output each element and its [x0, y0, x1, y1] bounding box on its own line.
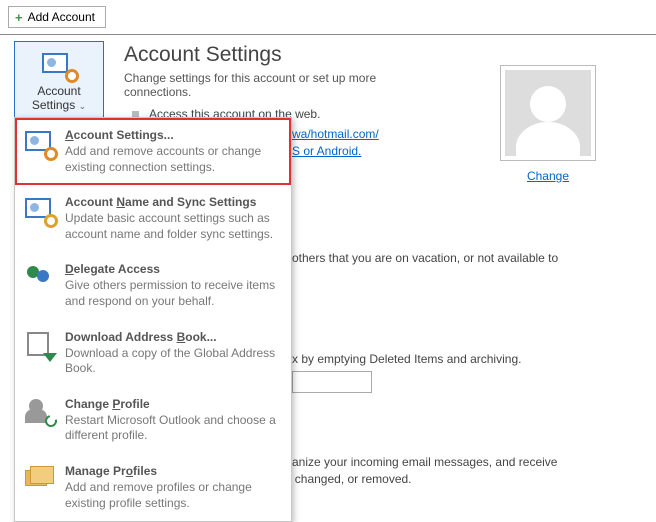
menu-account-name-sync[interactable]: Account Name and Sync Settings Update ba…: [15, 185, 291, 252]
menu-item-desc: Restart Microsoft Outlook and choose a d…: [65, 413, 279, 444]
main-area: Account Settings ⌄ Account Settings Chan…: [0, 35, 656, 131]
menu-item-title: Download Address Book...: [65, 330, 279, 344]
manage-profiles-icon: [25, 464, 55, 494]
account-avatar-box: Change: [500, 65, 596, 183]
menu-item-desc: Download a copy of the Global Address Bo…: [65, 346, 279, 377]
add-account-button[interactable]: + Add Account: [8, 6, 106, 28]
menu-item-title: Change Profile: [65, 397, 279, 411]
plus-icon: +: [15, 11, 23, 24]
page-subtitle: Change settings for this account or set …: [124, 71, 424, 99]
menu-item-title: Manage Profiles: [65, 464, 279, 478]
page-title: Account Settings: [124, 43, 642, 67]
account-sync-icon: [25, 195, 55, 225]
change-avatar-link[interactable]: Change: [527, 169, 569, 183]
account-settings-dropdown: Account Settings... Add and remove accou…: [14, 117, 292, 522]
menu-account-settings[interactable]: Account Settings... Add and remove accou…: [15, 118, 291, 185]
menu-item-title: Account Settings...: [65, 128, 279, 142]
menu-item-desc: Give others permission to receive items …: [65, 278, 279, 309]
menu-item-desc: Add and remove profiles or change existi…: [65, 480, 279, 511]
account-settings-icon: [25, 128, 55, 158]
rules-text-fragment-1: anize your incoming email messages, and …: [292, 455, 557, 469]
avatar-placeholder-icon: [505, 70, 591, 156]
menu-download-address-book[interactable]: Download Address Book... Download a copy…: [15, 320, 291, 387]
menu-manage-profiles[interactable]: Manage Profiles Add and remove profiles …: [15, 454, 291, 521]
mailbox-text-fragment: x by emptying Deleted Items and archivin…: [292, 352, 521, 366]
menu-item-desc: Update basic account settings such as ac…: [65, 211, 279, 242]
menu-item-title: Account Name and Sync Settings: [65, 195, 279, 209]
add-account-label: Add Account: [28, 10, 95, 24]
change-profile-icon: [25, 397, 55, 427]
mailbox-input-fragment[interactable]: [292, 371, 372, 393]
menu-item-desc: Add and remove accounts or change existi…: [65, 144, 279, 175]
address-book-icon: [25, 330, 55, 360]
menu-delegate-access[interactable]: Delegate Access Give others permission t…: [15, 252, 291, 319]
top-toolbar: + Add Account: [0, 0, 656, 35]
account-settings-ribbon-button[interactable]: Account Settings ⌄: [14, 41, 104, 120]
ribbon-label: Account Settings ⌄: [19, 84, 99, 113]
menu-item-title: Delegate Access: [65, 262, 279, 276]
delegate-access-icon: [25, 262, 55, 292]
account-settings-icon: [42, 50, 76, 80]
menu-change-profile[interactable]: Change Profile Restart Microsoft Outlook…: [15, 387, 291, 454]
mobile-link-fragment[interactable]: S or Android.: [292, 144, 361, 158]
owa-link-fragment[interactable]: wa/hotmail.com/: [292, 127, 379, 141]
chevron-down-icon: ⌄: [79, 101, 87, 111]
avatar-frame: [500, 65, 596, 161]
autoreply-text-fragment: others that you are on vacation, or not …: [292, 251, 558, 265]
